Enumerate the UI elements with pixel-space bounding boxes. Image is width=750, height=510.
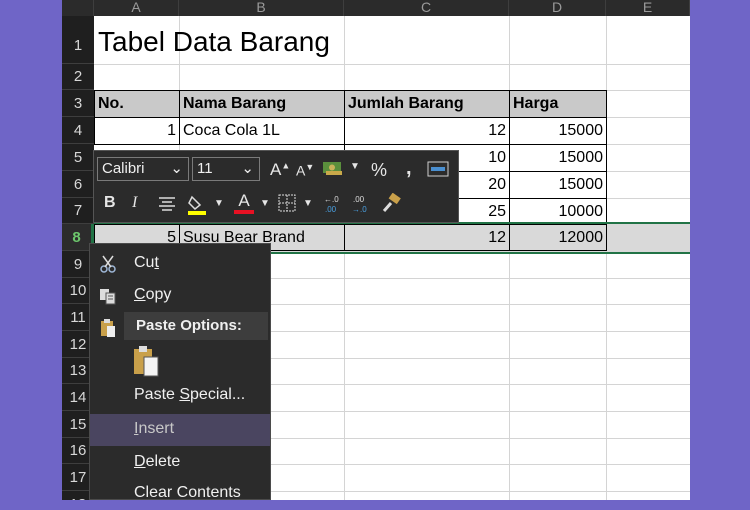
menu-item-paste-options: Paste Options: <box>90 312 270 342</box>
table-cell[interactable]: 12 <box>344 117 510 145</box>
context-menu: Cut Copy Paste Options: Paste Special...… <box>89 243 271 501</box>
chevron-down-icon[interactable]: ▼ <box>303 198 313 209</box>
menu-item-clear-contents[interactable]: Clear Contents <box>90 478 270 510</box>
merge-center-icon[interactable] <box>427 161 449 177</box>
svg-text:←.0: ←.0 <box>324 195 339 204</box>
percent-style-button[interactable]: % <box>371 160 387 181</box>
sheet-title[interactable]: Tabel Data Barang <box>98 26 330 58</box>
chevron-down-icon[interactable]: ▼ <box>350 161 360 172</box>
grid-line <box>509 16 510 500</box>
chevron-down-icon: ⌄ <box>241 160 254 177</box>
font-name-dropdown[interactable]: Calibri ⌄ <box>97 157 189 181</box>
borders-icon[interactable] <box>278 194 296 212</box>
menu-item-cut[interactable]: Cut <box>90 248 270 280</box>
align-center-icon[interactable] <box>157 196 177 212</box>
decrease-decimal-icon[interactable]: .00 →.0 <box>350 193 372 215</box>
row-header[interactable]: 6 <box>62 171 94 198</box>
increase-decimal-icon[interactable]: ←.0.00 <box>322 193 344 215</box>
shrink-font-glyph: A <box>296 162 306 179</box>
chevron-down-icon[interactable]: ▼ <box>214 198 224 209</box>
scissors-icon <box>98 254 118 274</box>
font-color-button[interactable]: A <box>234 191 254 215</box>
row-header[interactable]: 2 <box>62 64 94 90</box>
row-header[interactable]: 5 <box>62 144 94 171</box>
menu-item-paste-special[interactable]: Paste Special... <box>90 380 270 412</box>
paste-options-label: Paste Options: <box>136 317 242 334</box>
grid-line <box>344 16 345 500</box>
fill-color-icon[interactable] <box>187 193 209 215</box>
font-name-value: Calibri <box>102 160 145 177</box>
table-cell[interactable]: 15000 <box>509 144 607 172</box>
chevron-down-icon: ⌄ <box>170 160 183 177</box>
svg-text:→.0: →.0 <box>352 205 367 214</box>
column-header-d[interactable]: D <box>509 0 606 16</box>
row-header[interactable]: 1 <box>62 16 94 64</box>
menu-item-insert[interactable]: Insert <box>90 414 270 446</box>
menu-item-label: Cut <box>134 254 159 271</box>
table-cell[interactable]: 1 <box>94 117 180 145</box>
chevron-down-icon[interactable]: ▼ <box>260 198 270 209</box>
menu-item-label: Clear Contents <box>134 484 241 501</box>
header-cell-price[interactable]: Harga <box>509 90 607 118</box>
menu-item-label: Copy <box>134 286 172 303</box>
menu-item-label: Insert <box>134 420 175 437</box>
grow-font-glyph: A <box>270 160 282 179</box>
mini-toolbar: Calibri ⌄ 11 ⌄ A▲ A▼ ▼ % , B I ▼ A ▼ ▼ ←… <box>93 150 459 223</box>
select-all-corner[interactable] <box>62 0 94 16</box>
grid-line <box>94 64 690 65</box>
table-cell[interactable]: 12 <box>344 224 510 251</box>
font-color-swatch <box>234 210 254 214</box>
menu-item-delete[interactable]: Delete <box>90 447 270 479</box>
row-header[interactable]: 3 <box>62 90 94 117</box>
row-header[interactable]: 7 <box>62 198 94 224</box>
font-size-dropdown[interactable]: 11 ⌄ <box>192 157 260 181</box>
column-header-b[interactable]: B <box>179 0 344 16</box>
svg-text:.00: .00 <box>353 195 365 204</box>
italic-button[interactable]: I <box>132 194 137 212</box>
menu-item-label: Delete <box>134 453 181 470</box>
table-cell[interactable]: 15000 <box>509 171 607 199</box>
header-cell-qty[interactable]: Jumlah Barang <box>344 90 510 118</box>
accounting-format-icon[interactable] <box>322 159 346 177</box>
menu-item-label: Paste Special... <box>134 386 246 403</box>
svg-text:.00: .00 <box>325 205 337 214</box>
column-header-e[interactable]: E <box>606 0 690 16</box>
header-cell-no[interactable]: No. <box>94 90 180 118</box>
table-cell[interactable]: 10000 <box>509 198 607 225</box>
format-painter-icon[interactable] <box>380 192 402 215</box>
paste-button[interactable] <box>130 344 162 378</box>
clipboard-icon <box>98 318 118 338</box>
font-color-glyph: A <box>238 191 250 210</box>
column-header-a[interactable]: A <box>94 0 179 16</box>
header-cell-name[interactable]: Nama Barang <box>179 90 345 118</box>
copy-icon <box>98 286 118 306</box>
row-header[interactable]: 4 <box>62 117 94 144</box>
table-cell[interactable]: 15000 <box>509 117 607 145</box>
table-cell[interactable]: 12000 <box>509 224 607 251</box>
grid-line <box>606 16 607 500</box>
font-size-value: 11 <box>197 160 213 177</box>
table-cell[interactable]: Coca Cola 1L <box>179 117 345 145</box>
comma-style-button[interactable]: , <box>406 157 412 180</box>
shrink-font-button[interactable]: A▼ <box>296 162 314 179</box>
menu-item-copy[interactable]: Copy <box>90 280 270 312</box>
column-header-c[interactable]: C <box>344 0 509 16</box>
grow-font-button[interactable]: A▲ <box>270 160 290 180</box>
bold-button[interactable]: B <box>104 194 116 212</box>
